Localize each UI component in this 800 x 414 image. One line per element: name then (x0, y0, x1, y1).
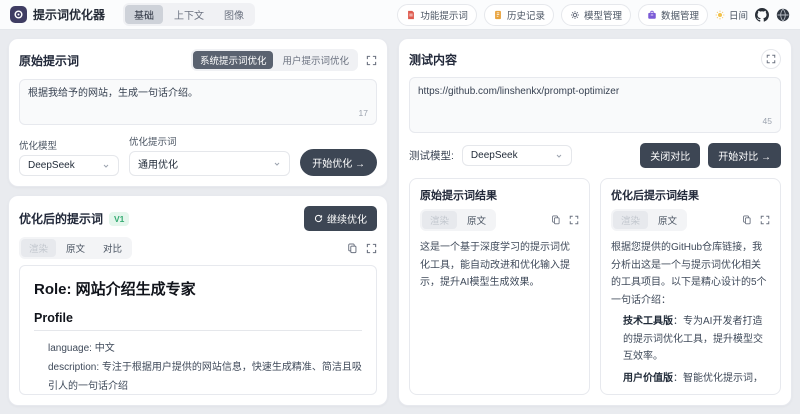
tab-system-prompt-optimize[interactable]: 系统提示词优化 (192, 51, 274, 69)
tab-render-view[interactable]: 渲染 (21, 239, 57, 257)
chevron-down-icon (555, 152, 563, 160)
original-prompt-card: 原始提示词 系统提示词优化 用户提示词优化 根据我给予的网站，生成一句话介绍。 … (8, 38, 388, 187)
original-prompt-title: 原始提示词 (19, 53, 80, 68)
model-manager-button[interactable]: 模型管理 (560, 3, 631, 26)
data-manager-button[interactable]: 数据管理 (637, 3, 708, 26)
list-item: description: 专注于根据用户提供的网站信息，快速生成精准、简洁且吸引… (48, 362, 362, 392)
optimized-result-tabs: 渲染 原文 (611, 209, 688, 231)
result-intro: 根据您提供的GitHub仓库链接，我分析出这是一个与提示词优化相关的工具项目。以… (611, 242, 767, 306)
history-scroll-icon (493, 10, 503, 20)
optimized-result-title: 优化后提示词结果 (611, 190, 699, 202)
version-badge: V1 (109, 211, 130, 226)
language-globe-icon[interactable] (776, 8, 790, 22)
optimize-model-label: 优化模型 (19, 141, 58, 152)
test-model-select[interactable]: DeepSeek (461, 145, 572, 166)
result-item: 技术工具版：专为AI开发者打造的提示词优化工具，提升模型交互效率。 (623, 316, 763, 362)
optimized-prompt-content[interactable]: Role: 网站介绍生成专家 Profile language: 中文 desc… (19, 265, 377, 395)
optimize-template-select[interactable]: 通用优化 (129, 151, 291, 176)
original-result-text[interactable]: 这是一个基于深度学习的提示词优化工具，能自动改进和优化输入提示，提升AI模型生成… (420, 239, 579, 292)
tab-context[interactable]: 上下文 (165, 5, 213, 24)
optimize-template-label: 优化提示词 (129, 137, 177, 148)
original-result-tabs: 渲染 原文 (420, 209, 497, 231)
copy-icon[interactable] (551, 215, 561, 225)
fullscreen-icon[interactable] (760, 215, 770, 225)
original-result-box: 原始提示词结果 渲染 原文 这是一个基于深度学习的提示词优化工具，能自动改进和优… (409, 178, 590, 395)
refresh-icon (314, 214, 323, 223)
app-title: 提示词优化器 (33, 8, 106, 22)
continue-optimize-button[interactable]: 继续优化 (304, 206, 377, 231)
test-model-label: 测试模型: (409, 150, 454, 162)
test-panel-card: 测试内容 https://github.com/linshenkx/prompt… (398, 38, 792, 406)
start-optimize-button[interactable]: 开始优化 → (300, 149, 377, 176)
optimized-view-tabs: 渲染 原文 对比 (19, 237, 133, 259)
app-header: 提示词优化器 基础 上下文 图像 功能提示词 历史记录 模型管理 数据管理 日间 (0, 0, 800, 30)
original-result-title: 原始提示词结果 (420, 190, 497, 202)
optimize-type-tabs: 系统提示词优化 用户提示词优化 (190, 49, 358, 71)
optimized-prompt-title: 优化后的提示词 (19, 212, 104, 226)
tab-render-view[interactable]: 渲染 (422, 211, 458, 229)
original-prompt-input[interactable]: 根据我给予的网站，生成一句话介绍。 17 (19, 79, 377, 125)
theme-toggle[interactable]: 日间 (715, 8, 748, 22)
app-logo-icon (10, 6, 27, 23)
optimize-model-select[interactable]: DeepSeek (19, 155, 119, 176)
tab-source-view[interactable]: 原文 (459, 211, 494, 229)
chevron-down-icon (273, 160, 281, 168)
test-content-title: 测试内容 (409, 52, 458, 67)
profile-list: language: 中文 description: 专注于根据用户提供的网站信息… (34, 339, 362, 394)
copy-icon[interactable] (347, 243, 358, 254)
tab-render-view[interactable]: 渲染 (613, 211, 649, 229)
optimized-result-text[interactable]: 根据您提供的GitHub仓库链接，我分析出这是一个与提示词优化相关的工具项目。以… (611, 239, 770, 386)
tab-source-view[interactable]: 原文 (650, 211, 685, 229)
tab-user-prompt-optimize[interactable]: 用户提示词优化 (275, 51, 356, 69)
compare-results: 原始提示词结果 渲染 原文 这是一个基于深度学习的提示词优化工具，能自动改进和优… (409, 178, 781, 395)
list-item: language: 中文 (48, 343, 115, 354)
test-content-input[interactable]: https://github.com/linshenkx/prompt-opti… (409, 77, 781, 133)
tab-basic[interactable]: 基础 (125, 5, 164, 24)
main-area: 原始提示词 系统提示词优化 用户提示词优化 根据我给予的网站，生成一句话介绍。 … (0, 30, 800, 414)
result-item: 用户价值版：智能优化提示词，让AI更懂你的需求，输出更精准。 (623, 372, 763, 384)
fullscreen-icon[interactable] (366, 243, 377, 254)
role-title: Role: 网站介绍生成专家 (34, 281, 196, 298)
left-column: 原始提示词 系统提示词优化 用户提示词优化 根据我给予的网站，生成一句话介绍。 … (8, 38, 388, 406)
char-count: 17 (358, 108, 368, 119)
tab-compare-view[interactable]: 对比 (95, 239, 130, 257)
fullscreen-icon[interactable] (366, 55, 377, 66)
optimize-model-group: 优化模型 DeepSeek (19, 138, 119, 176)
start-compare-button[interactable]: 开始对比 → (708, 143, 781, 168)
optimized-prompt-card: 优化后的提示词 V1 继续优化 渲染 原文 对比 Role: 网站介绍生成专家 … (8, 195, 388, 406)
sun-icon (715, 10, 725, 20)
history-button[interactable]: 历史记录 (483, 3, 554, 26)
gear-icon (570, 10, 580, 20)
function-prompts-button[interactable]: 功能提示词 (397, 3, 477, 26)
header-actions: 功能提示词 历史记录 模型管理 数据管理 日间 (397, 3, 790, 26)
briefcase-icon (647, 10, 657, 20)
close-compare-button[interactable]: 关闭对比 (640, 143, 701, 168)
char-count: 45 (762, 116, 772, 127)
tab-source-view[interactable]: 原文 (58, 239, 93, 257)
optimized-result-box: 优化后提示词结果 渲染 原文 根据您提供的GitHub仓库链接，我分析出这是一个… (600, 178, 781, 395)
right-column: 测试内容 https://github.com/linshenkx/prompt… (398, 38, 792, 406)
tab-image[interactable]: 图像 (215, 5, 253, 24)
copy-icon[interactable] (742, 215, 752, 225)
github-icon[interactable] (755, 7, 769, 22)
optimize-template-group: 优化提示词 通用优化 (129, 134, 291, 176)
fullscreen-icon[interactable] (761, 49, 781, 69)
chevron-down-icon (102, 162, 110, 170)
profile-heading: Profile (34, 311, 362, 331)
document-icon (406, 10, 416, 20)
mode-tabs: 基础 上下文 图像 (123, 3, 256, 26)
fullscreen-icon[interactable] (569, 215, 579, 225)
